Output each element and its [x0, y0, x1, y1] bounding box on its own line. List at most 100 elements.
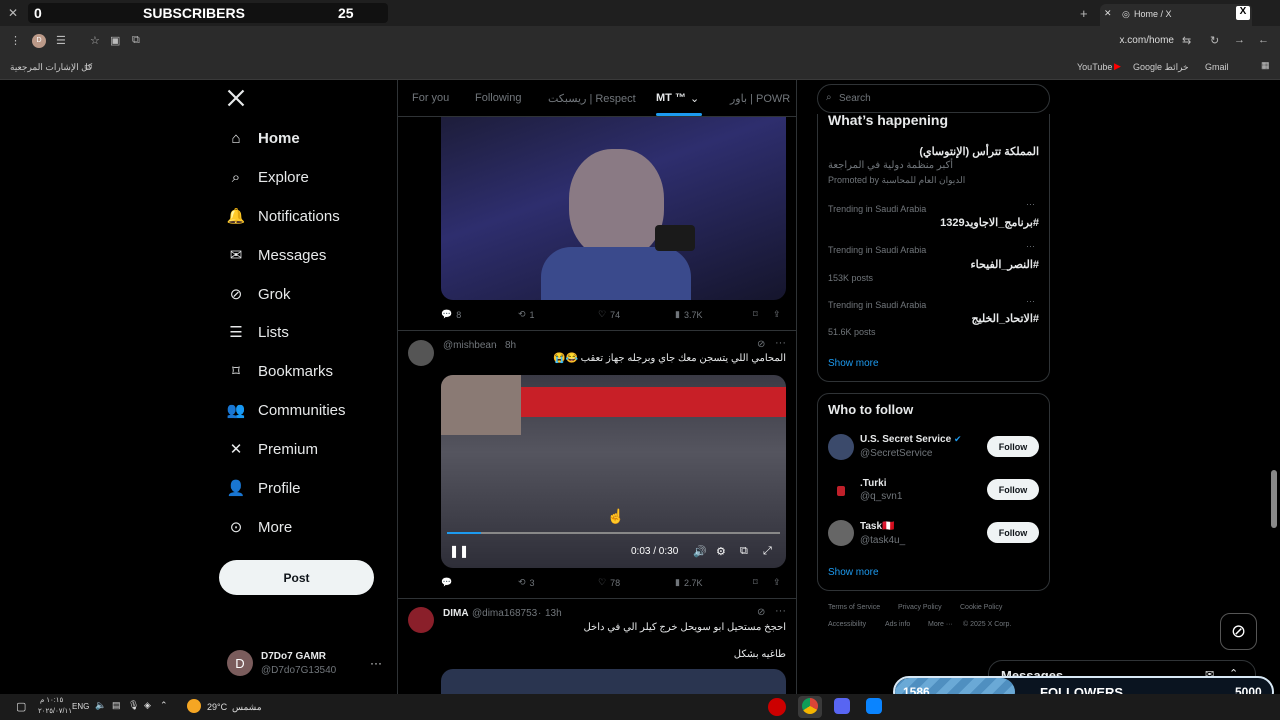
nav-item-lists[interactable]: ☰ Lists: [226, 317, 289, 347]
tab-following[interactable]: Following: [475, 92, 521, 104]
trend-more-icon[interactable]: ···: [1026, 296, 1035, 306]
video-progress-track[interactable]: [447, 532, 780, 534]
reading-list-icon[interactable]: ☰: [56, 34, 66, 47]
tab-for-you[interactable]: For you: [412, 92, 449, 104]
repost-button[interactable]: ⟲ 3: [518, 577, 535, 588]
follow-button[interactable]: Follow: [987, 479, 1039, 500]
url-field[interactable]: x.com/home: [1090, 35, 1174, 46]
nav-item-notifications[interactable]: 🔔 Notifications: [226, 201, 340, 231]
tab-powr[interactable]: باور | POWR: [730, 92, 790, 105]
like-button[interactable]: ♡ 78: [598, 577, 620, 588]
nav-item-premium[interactable]: ✕ Premium: [226, 434, 318, 464]
footer-more[interactable]: More ···: [928, 621, 953, 628]
footer-privacy[interactable]: Privacy Policy: [898, 604, 942, 611]
follow-name[interactable]: U.S. Secret Service: [860, 434, 951, 445]
bookmark-gmail[interactable]: Gmail: [1205, 62, 1229, 72]
page-scrollbar-thumb[interactable]: [1271, 470, 1277, 528]
close-window-icon[interactable]: ✕: [8, 6, 18, 20]
promo-title[interactable]: المملكة تترأس (الإنتوساي): [828, 145, 1039, 158]
nav-item-communities[interactable]: 👥 Communities: [226, 395, 346, 425]
app-icon-obs[interactable]: [768, 698, 786, 716]
nav-item-more[interactable]: ⊙ More: [226, 512, 292, 542]
language-indicator[interactable]: ENG: [72, 702, 89, 711]
back-icon[interactable]: ←: [1258, 34, 1269, 46]
reply-button[interactable]: 💬: [441, 577, 452, 588]
post-time[interactable]: 8h: [505, 340, 516, 351]
post-handle[interactable]: @dima168753: [472, 608, 537, 619]
weather-text[interactable]: مشمس: [232, 702, 262, 713]
extensions-icon[interactable]: ▣: [110, 34, 120, 47]
tab-close-icon[interactable]: ✕: [1104, 8, 1112, 19]
post-author-name[interactable]: DIMA: [443, 608, 469, 619]
bookmark-youtube[interactable]: YouTube: [1077, 62, 1112, 72]
post-video-player[interactable]: ❚❚ 0:03 / 0:30 🔊 ⚙ ⧉ ⤢: [441, 375, 786, 568]
follow-button[interactable]: Follow: [987, 436, 1039, 457]
forward-icon[interactable]: →: [1234, 34, 1245, 46]
clock-time[interactable]: ١٠:١٥ م: [40, 696, 63, 704]
post-author-avatar[interactable]: [408, 607, 434, 633]
pip-icon[interactable]: ⧉: [740, 545, 748, 558]
views-button[interactable]: ▮ 3.7K: [675, 309, 702, 320]
nav-item-profile[interactable]: 👤 Profile: [226, 473, 301, 503]
nav-item-explore[interactable]: ⌕ Explore: [226, 162, 309, 192]
weather-temp[interactable]: 29°C: [207, 702, 227, 712]
show-more-follow-link[interactable]: Show more: [828, 567, 879, 578]
like-button[interactable]: ♡ 74: [598, 309, 620, 320]
menu-dots-icon[interactable]: ⋮: [10, 34, 21, 47]
footer-terms[interactable]: Terms of Service: [828, 604, 880, 611]
bookmarks-all[interactable]: كل الإشارات المرجعية: [10, 62, 92, 73]
tab-home-x[interactable]: ✕ ◎ Home / X: [1100, 4, 1252, 26]
follow-name[interactable]: .Turki: [860, 478, 886, 489]
follow-button[interactable]: Follow: [987, 522, 1039, 543]
apps-grid-icon[interactable]: ▦: [1261, 60, 1270, 71]
volume-icon[interactable]: 🔊: [693, 545, 707, 558]
x-home-logo-icon[interactable]: [226, 88, 246, 110]
follow-avatar[interactable]: [828, 434, 854, 460]
pause-icon[interactable]: ❚❚: [449, 544, 469, 558]
tray-chevron-icon[interactable]: ⌃: [160, 700, 168, 711]
fullscreen-icon[interactable]: ⤢: [763, 545, 772, 558]
app-icon-discord[interactable]: [834, 698, 850, 714]
screenshot-icon[interactable]: ⧉: [132, 34, 140, 47]
trend-more-icon[interactable]: ···: [1026, 199, 1035, 209]
show-more-trends-link[interactable]: Show more: [828, 358, 879, 369]
trend-tag[interactable]: #النصر_الفيحاء: [828, 258, 1040, 271]
clock-date[interactable]: ٢٠٢٥/٠٧/١١: [38, 707, 72, 715]
footer-ads-info[interactable]: Ads info: [885, 621, 910, 628]
new-tab-icon[interactable]: +: [1080, 6, 1088, 21]
app-icon-store[interactable]: [866, 698, 882, 714]
nav-item-home[interactable]: ⌂ Home: [226, 123, 299, 153]
post-more-icon[interactable]: ···: [775, 337, 786, 349]
bookmark-icon[interactable]: ⌑: [753, 577, 758, 588]
volume-icon[interactable]: 🔈: [95, 700, 106, 711]
views-button[interactable]: ▮ 2.7K: [675, 577, 702, 588]
grok-floating-icon[interactable]: ⊘: [1220, 613, 1257, 650]
follow-avatar[interactable]: [828, 478, 854, 504]
grok-icon[interactable]: ⊘: [757, 339, 765, 350]
site-settings-icon[interactable]: ⇆: [1182, 34, 1191, 47]
bookmark-icon[interactable]: ⌑: [753, 309, 758, 320]
profile-avatar-icon[interactable]: D: [32, 34, 46, 48]
security-icon[interactable]: ◈: [144, 700, 151, 711]
footer-accessibility[interactable]: Accessibility: [828, 621, 866, 628]
post-time[interactable]: 13h: [545, 608, 562, 619]
follow-name[interactable]: Task🇵🇪: [860, 521, 895, 532]
trend-tag[interactable]: #الاتحاد_الخليج: [828, 312, 1039, 325]
repost-button[interactable]: ⟲ 1: [518, 309, 535, 320]
post-video-thumbnail[interactable]: [441, 117, 786, 300]
post-more-icon[interactable]: ···: [775, 605, 786, 617]
post-media-image[interactable]: [441, 669, 786, 694]
user-avatar[interactable]: D: [227, 650, 253, 676]
nav-item-bookmarks[interactable]: ⌑ Bookmarks: [226, 356, 333, 386]
settings-icon[interactable]: ⚙: [716, 545, 726, 558]
nav-item-grok[interactable]: ⊘ Grok: [226, 279, 291, 309]
post-author-avatar[interactable]: [408, 340, 434, 366]
footer-cookie[interactable]: Cookie Policy: [960, 604, 1002, 611]
post-handle[interactable]: @mishbean: [443, 340, 497, 351]
star-icon[interactable]: ☆: [90, 34, 100, 47]
tab-respect[interactable]: ريسبكت | Respect: [548, 92, 636, 105]
share-icon[interactable]: ⇪: [773, 309, 781, 320]
search-input[interactable]: ⌕ Search: [817, 84, 1050, 113]
follow-avatar[interactable]: [828, 520, 854, 546]
nav-item-messages[interactable]: ✉ Messages: [226, 240, 327, 270]
